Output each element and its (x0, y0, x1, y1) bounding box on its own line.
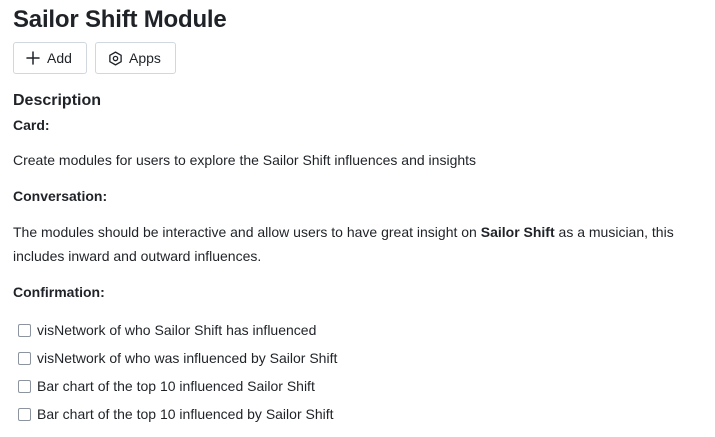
hexagon-apps-icon (107, 50, 123, 66)
checklist-item: visNetwork of who was influenced by Sail… (18, 344, 337, 372)
apps-button-label: Apps (129, 50, 161, 66)
conversation-text: The modules should be interactive and al… (13, 220, 703, 268)
confirmation-checklist: visNetwork of who Sailor Shift has influ… (18, 316, 337, 428)
checkbox[interactable] (18, 407, 31, 421)
checklist-item: Bar chart of the top 10 influenced Sailo… (18, 372, 337, 400)
checklist-item: visNetwork of who Sailor Shift has influ… (18, 316, 337, 344)
add-button-label: Add (47, 50, 72, 66)
checklist-item-label: visNetwork of who was influenced by Sail… (37, 350, 338, 366)
conversation-text-emphasis: Sailor Shift (480, 224, 555, 240)
checkbox[interactable] (18, 323, 31, 337)
add-button[interactable]: Add (13, 42, 87, 74)
checklist-item-label: Bar chart of the top 10 influenced by Sa… (37, 406, 334, 422)
toolbar: Add Apps (13, 42, 176, 74)
card-text: Create modules for users to explore the … (13, 152, 477, 168)
checklist-item-label: visNetwork of who Sailor Shift has influ… (37, 322, 317, 338)
checklist-item-label: Bar chart of the top 10 influenced Sailo… (37, 378, 315, 394)
apps-button[interactable]: Apps (95, 42, 176, 74)
card-label: Card: (13, 117, 50, 133)
checkbox[interactable] (18, 379, 31, 393)
description-heading: Description (13, 92, 102, 109)
plus-icon (25, 50, 41, 66)
page-title: Sailor Shift Module (13, 6, 227, 33)
checklist-item: Bar chart of the top 10 influenced by Sa… (18, 400, 337, 428)
conversation-label: Conversation: (13, 188, 108, 204)
conversation-text-start: The modules should be interactive and al… (13, 224, 481, 240)
checkbox[interactable] (18, 351, 31, 365)
confirmation-label: Confirmation: (13, 284, 105, 300)
